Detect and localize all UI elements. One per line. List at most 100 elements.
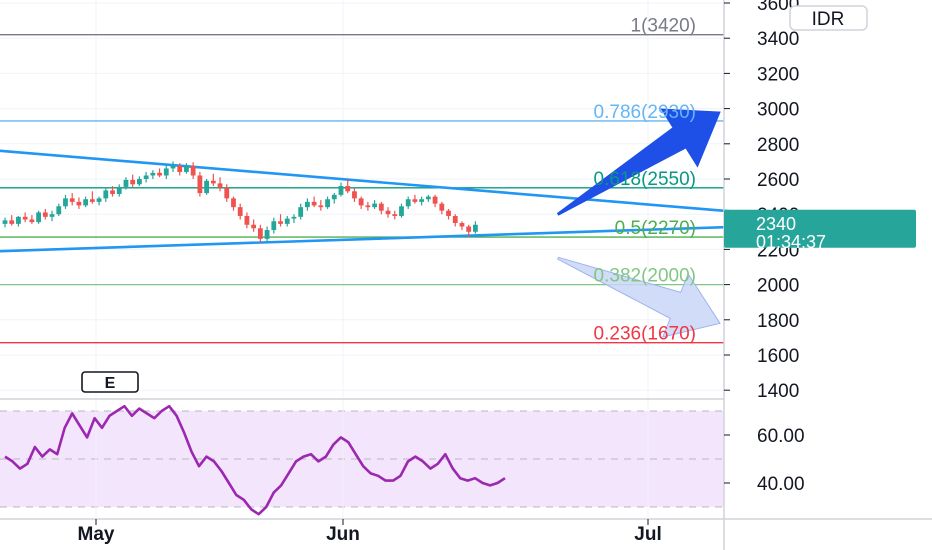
candle-body xyxy=(311,201,317,206)
candle-body xyxy=(271,221,277,231)
price-axis-label: 1400 xyxy=(757,381,799,402)
candle-body xyxy=(325,199,330,208)
candle-body xyxy=(163,168,169,176)
candle-body xyxy=(257,228,263,239)
rsi-axis-label: 60.00 xyxy=(757,426,805,447)
price-axis-label: 2800 xyxy=(757,135,799,156)
candle xyxy=(204,179,209,195)
candle-body xyxy=(278,221,283,224)
time-axis-label: Jun xyxy=(326,524,360,545)
candle-body xyxy=(143,175,149,179)
candle-body xyxy=(116,186,122,194)
candle-body xyxy=(358,198,364,206)
candle-body xyxy=(110,190,115,194)
candle-body xyxy=(251,224,257,229)
candle-body xyxy=(137,179,142,185)
candle-body xyxy=(365,205,371,208)
candle-body xyxy=(345,186,351,192)
candle-body xyxy=(184,165,189,172)
fib-level-label: 0.786(2930) xyxy=(594,102,696,123)
time-axis-label: Jul xyxy=(634,524,661,545)
candle-body xyxy=(89,199,95,202)
price-axis-label: 1800 xyxy=(757,311,799,332)
event-badge-label: E xyxy=(105,375,116,392)
price-axis-label: 1600 xyxy=(757,346,799,367)
candle-body xyxy=(170,165,176,169)
candle-body xyxy=(372,203,377,208)
candle-body xyxy=(190,165,196,176)
candle-body xyxy=(244,215,250,225)
candle-body xyxy=(157,172,162,176)
currency-badge-label: IDR xyxy=(812,9,845,30)
candle-body xyxy=(204,180,209,194)
candle-body xyxy=(29,219,35,223)
candle-body xyxy=(352,191,357,199)
candle-body xyxy=(412,199,418,202)
candle-body xyxy=(96,198,102,202)
candle-body xyxy=(284,218,290,224)
candle-body xyxy=(291,216,297,219)
candle-body xyxy=(392,214,398,216)
candle-body xyxy=(150,172,156,176)
candle-body xyxy=(459,223,465,227)
candle-body xyxy=(9,220,15,224)
fib-level-label: 1(3420) xyxy=(631,16,697,37)
candle-body xyxy=(466,226,472,232)
last-price-value: 2340 xyxy=(756,214,796,234)
candle-body xyxy=(405,199,411,207)
rsi-axis-label: 40.00 xyxy=(757,474,805,495)
price-axis-label: 2600 xyxy=(757,170,799,191)
candle-body xyxy=(331,194,337,200)
candle-body xyxy=(69,198,75,202)
time-axis-label: May xyxy=(78,524,115,545)
candle xyxy=(36,210,41,224)
candle-body xyxy=(16,216,21,224)
price-chart[interactable]: 1(3420) 0.786(2930) 0.618(2550) 0.5(2270) 0.… xyxy=(0,0,932,550)
candle-body xyxy=(103,190,109,199)
candle-body xyxy=(56,206,62,215)
candle-body xyxy=(452,215,458,223)
candle xyxy=(197,171,203,197)
candle-body xyxy=(378,203,384,211)
candle-body xyxy=(237,207,243,216)
candle-body xyxy=(130,179,136,185)
last-price-tag[interactable]: 2340 01:34:37 xyxy=(724,209,916,252)
chart-root: 1(3420) 0.786(2930) 0.618(2550) 0.5(2270) 0.… xyxy=(0,0,932,550)
price-axis-label: 3400 xyxy=(757,29,799,50)
candle-body xyxy=(298,207,304,217)
candle-body xyxy=(210,180,216,184)
candle-body xyxy=(123,179,129,187)
candle-body xyxy=(42,212,48,217)
candle-body xyxy=(2,220,8,224)
fib-level-label: 0.236(1670) xyxy=(594,324,696,345)
candle-body xyxy=(231,198,236,208)
candle-body xyxy=(224,187,230,199)
candle-body xyxy=(36,212,41,223)
candle-body xyxy=(385,210,391,215)
candle-body xyxy=(338,186,344,195)
candle-body xyxy=(446,210,451,216)
candle-body xyxy=(22,216,28,220)
candle-body xyxy=(419,199,425,202)
candle-body xyxy=(439,203,445,211)
candle-body xyxy=(197,175,203,194)
candle-body xyxy=(399,206,404,216)
price-axis-label: 3200 xyxy=(757,64,799,85)
candle-body xyxy=(76,201,82,206)
fib-level-label: 0.5(2270) xyxy=(615,218,696,239)
candle-body xyxy=(305,201,310,208)
candle-body xyxy=(432,196,438,204)
currency-badge[interactable]: IDR xyxy=(789,5,868,31)
bar-countdown: 01:34:37 xyxy=(756,232,826,252)
candle-body xyxy=(83,199,89,206)
candle-body xyxy=(49,214,55,217)
fib-level-label: 0.618(2550) xyxy=(594,169,696,190)
candle-body xyxy=(264,230,270,239)
candle-body xyxy=(217,183,223,188)
price-axis-label: 2000 xyxy=(757,276,799,297)
candle-body xyxy=(425,196,431,200)
price-axis-label: 3000 xyxy=(757,100,799,121)
candle-body xyxy=(63,198,68,207)
candle-body xyxy=(318,205,324,208)
earnings-event-badge[interactable]: E xyxy=(81,371,139,393)
